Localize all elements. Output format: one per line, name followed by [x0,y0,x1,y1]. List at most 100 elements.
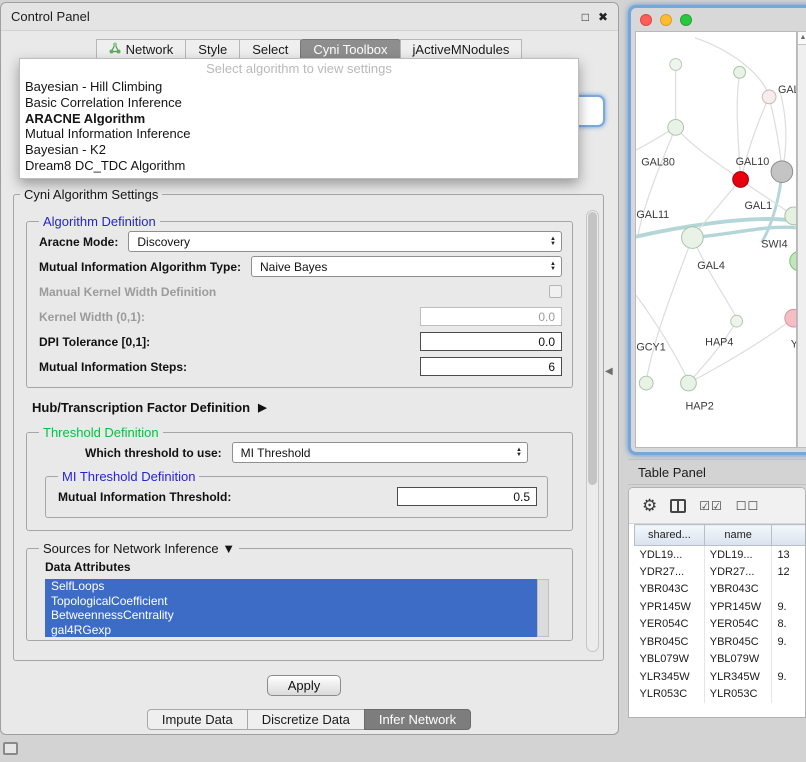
network-canvas[interactable]: GALGAL80GAL10GAL11GAL1SWI4GAL4GCY1HAP4YH… [635,31,797,448]
node-label: GAL80 [641,157,675,169]
mi-steps-input[interactable] [420,357,562,376]
attribute-item[interactable]: gal4RGexp [45,623,537,638]
deselect-all-checkboxes-icon[interactable]: ☐☐ [736,499,760,513]
tab-network[interactable]: Network [96,39,187,60]
control-panel-tabs: NetworkStyleSelectCyni Toolbox jActiveMNo… [1,39,618,60]
tab-select[interactable]: Select [239,39,301,60]
scroll-up-icon[interactable]: ▲ [798,32,806,45]
close-window-icon[interactable]: ✖ [598,10,608,24]
settings-scrollbar[interactable] [586,210,599,652]
tab-label: jActiveMNodules [413,42,510,57]
network-node[interactable] [733,172,749,188]
attributes-scrollbar[interactable] [537,579,549,637]
algorithm-option[interactable]: Basic Correlation Inference [20,95,578,111]
control-panel-titlebar: Control Panel □ ✖ [1,3,618,31]
column-header[interactable]: name [704,525,772,546]
table-row[interactable]: YER054CYER054C8. [635,616,806,634]
network-scrollbar[interactable]: ▲ [797,31,806,448]
columns-icon[interactable] [670,499,686,513]
sources-group-title[interactable]: Sources for Network Inference ▼ [39,541,239,556]
combo-arrows-icon: ▲ ▼ [544,237,556,247]
network-edge[interactable] [676,127,741,179]
table-row[interactable]: YBL079WYBL079W [635,651,806,669]
network-window-titlebar[interactable] [631,8,806,31]
bottom-tabs: Impute DataDiscretize DataInfer Network [1,709,618,730]
bottom-tab-impute-data[interactable]: Impute Data [147,709,248,730]
network-node[interactable] [785,207,796,225]
zoom-traffic-light-icon[interactable] [680,14,692,26]
manual-kernel-row: Manual Kernel Width Definition [39,279,562,304]
network-edge[interactable] [688,318,793,383]
table-panel: ⚙ ☑☑ ☐☐ shared...name YDL19...YDL19...13… [628,487,806,718]
gear-icon[interactable]: ⚙ [642,496,657,516]
table-row[interactable]: YDR27...YDR27...12 [635,563,806,581]
network-edge[interactable] [692,180,740,238]
network-node[interactable] [734,66,746,78]
network-node[interactable] [682,227,704,249]
algorithm-definition-group: Algorithm Definition Aracne Mode: Discov… [26,214,573,388]
hub-section-toggle[interactable]: Hub/Transcription Factor Definition ▶ [32,400,573,415]
apply-button[interactable]: Apply [267,675,341,696]
network-edge[interactable] [695,38,769,95]
which-threshold-select[interactable]: MI Threshold ▲ ▼ [232,442,528,463]
mi-type-select[interactable]: Naive Bayes ▲ ▼ [251,256,562,277]
network-node[interactable] [771,161,793,183]
network-node[interactable] [668,120,684,136]
table-row[interactable]: YDL19...YDL19...13 [635,546,806,564]
algorithm-combobox-fragment[interactable] [577,95,605,127]
aracne-mode-label: Aracne Mode: [39,235,118,249]
attribute-item[interactable]: SelfLoops [45,579,537,594]
collapse-panel-icon[interactable]: ◀ [605,366,613,377]
network-edge[interactable] [636,296,688,382]
aracne-mode-value: Discovery [137,235,190,249]
algorithm-option[interactable]: Bayesian - Hill Climbing [20,79,578,95]
threshold-definition-group: Threshold Definition Which threshold to … [26,425,573,531]
aracne-mode-select[interactable]: Discovery ▲ ▼ [128,231,562,252]
minimize-traffic-light-icon[interactable] [660,14,672,26]
table-row[interactable]: YLR345WYLR345W9. [635,668,806,686]
network-edge[interactable] [692,238,736,320]
column-header[interactable]: shared... [635,525,705,546]
network-node[interactable] [639,376,653,390]
bottom-tab-infer-network[interactable]: Infer Network [364,709,471,730]
expand-right-icon: ▶ [258,401,266,414]
node-attribute-table: shared...name YDL19...YDL19...13YDR27...… [634,524,806,703]
network-node[interactable] [670,59,682,71]
network-edge[interactable] [769,97,782,170]
scrollbar-thumb[interactable] [588,212,597,485]
kernel-width-input[interactable] [420,307,562,326]
network-node[interactable] [762,90,776,104]
algorithm-option[interactable]: Bayesian - K2 [20,142,578,158]
settings-group-title: Cyni Algorithm Settings [20,187,162,202]
attribute-item[interactable]: BetweennessCentrality [45,608,537,623]
table-row[interactable]: YBR043CYBR043C [635,581,806,599]
network-edge[interactable] [646,238,692,382]
attribute-item[interactable]: TopologicalCoefficient [45,594,537,609]
tab-style[interactable]: Style [185,39,240,60]
table-row[interactable]: YLR053CYLR053C [635,686,806,704]
network-node[interactable] [731,315,743,327]
network-view-window: GALGAL80GAL10GAL11GAL1SWI4GAL4GCY1HAP4YH… [628,5,806,455]
dpi-tolerance-input[interactable] [420,332,562,351]
tab-jactivemnodules[interactable]: jActiveMNodules [400,39,523,60]
network-node[interactable] [790,251,796,271]
manual-kernel-checkbox[interactable] [549,285,562,298]
float-window-icon[interactable]: □ [582,10,589,24]
table-row[interactable]: YPR145WYPR145W9. [635,598,806,616]
select-all-checkboxes-icon[interactable]: ☑☑ [699,499,723,513]
bottom-tab-discretize-data[interactable]: Discretize Data [247,709,365,730]
column-header[interactable] [772,525,806,546]
tab-cyni-toolbox[interactable]: Cyni Toolbox [300,39,400,60]
table-row[interactable]: YBR045CYBR045C9. [635,633,806,651]
minimized-panel-icon[interactable] [3,742,18,755]
network-edge[interactable] [688,321,736,383]
network-node[interactable] [681,375,697,391]
network-edge[interactable] [692,227,795,237]
mi-threshold-input[interactable] [397,487,537,506]
mi-threshold-group-title: MI Threshold Definition [58,469,199,484]
algorithm-option[interactable]: ARACNE Algorithm [20,111,578,127]
close-traffic-light-icon[interactable] [640,14,652,26]
network-node[interactable] [785,309,796,327]
algorithm-option[interactable]: Dream8 DC_TDC Algorithm [20,158,578,174]
algorithm-option[interactable]: Mutual Information Inference [20,126,578,142]
